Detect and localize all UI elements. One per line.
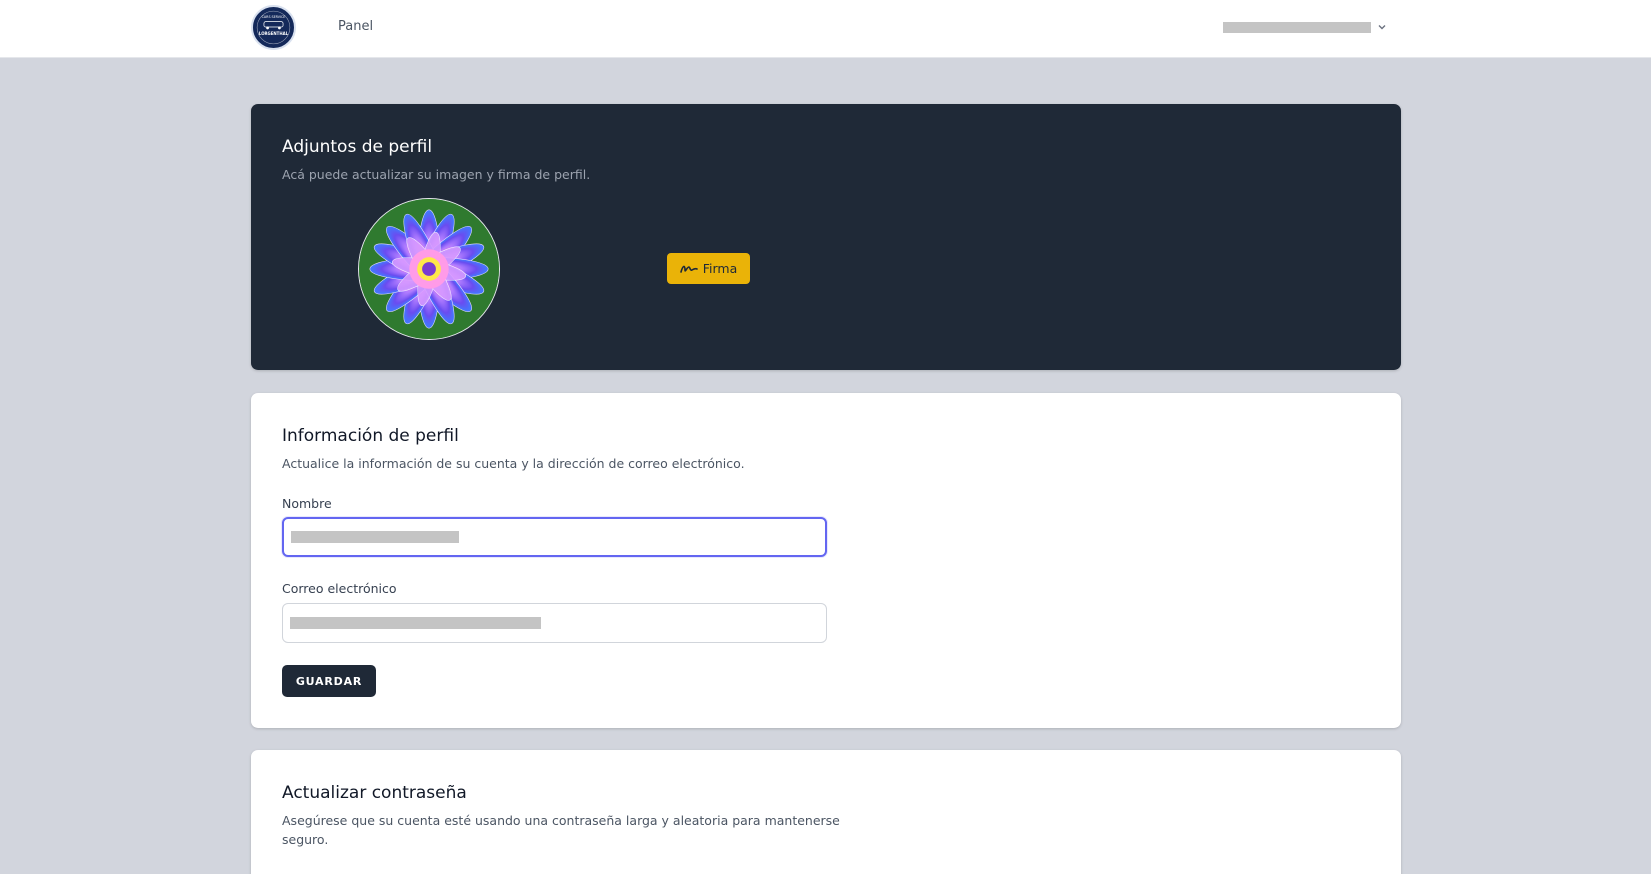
chevron-down-icon [1377, 22, 1387, 32]
attachments-title: Adjuntos de perfil [282, 137, 433, 157]
profile-info-description: Actualice la información de su cuenta y … [282, 456, 745, 471]
firma-button[interactable]: Firma [667, 253, 750, 284]
logo-text: LORGENTHAL [259, 31, 289, 36]
profile-avatar[interactable] [358, 198, 500, 340]
profile-information-card: Información de perfil Actualice la infor… [251, 393, 1401, 728]
attachments-description: Acá puede actualizar su imagen y firma d… [282, 167, 591, 182]
signature-icon [679, 263, 698, 275]
save-button[interactable]: GUARDAR [282, 665, 376, 697]
profile-info-title: Información de perfil [282, 426, 459, 446]
user-menu-dropdown[interactable] [1223, 19, 1387, 35]
password-title: Actualizar contraseña [282, 783, 467, 803]
name-input[interactable] [282, 517, 827, 557]
user-name-redacted [1223, 21, 1371, 33]
firma-button-label: Firma [702, 261, 738, 276]
email-label: Correo electrónico [282, 581, 397, 596]
email-value-redacted [290, 617, 541, 629]
name-label: Nombre [282, 496, 332, 511]
update-password-card: Actualizar contraseña Asegúrese que su c… [251, 750, 1401, 874]
logo-icon[interactable]: CARS SERVICE LORGENTHAL [251, 5, 296, 50]
top-navigation: CARS SERVICE LORGENTHAL Panel [0, 0, 1651, 58]
name-value-redacted [291, 531, 459, 543]
profile-attachments-card: Adjuntos de perfil Acá puede actualizar … [251, 104, 1401, 370]
nav-link-panel[interactable]: Panel [338, 19, 373, 34]
email-input[interactable] [282, 603, 827, 643]
logo-subtext: CARS SERVICE [262, 15, 286, 19]
password-description: Asegúrese que su cuenta esté usando una … [282, 813, 840, 847]
